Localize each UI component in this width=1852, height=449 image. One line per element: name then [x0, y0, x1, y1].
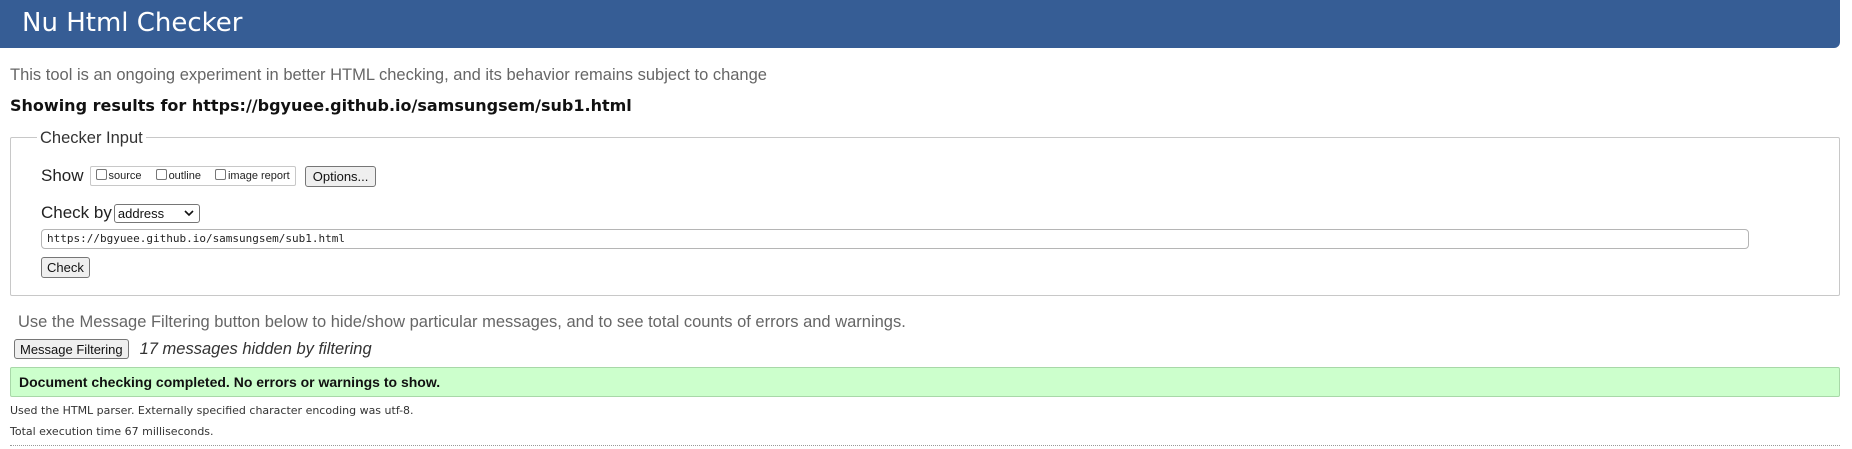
source-checkbox-label: source [108, 170, 142, 182]
message-filtering-button[interactable]: Message Filtering [14, 339, 129, 359]
outline-checkbox-label: outline [168, 170, 201, 182]
filtering-row: Message Filtering 17 messages hidden by … [14, 338, 372, 360]
intro-text: This tool is an ongoing experiment in be… [10, 66, 767, 84]
show-options-group: source outline image report [89, 166, 296, 186]
check-by-label: Check by [41, 203, 112, 222]
success-message: Document checking completed. No errors o… [10, 367, 1840, 397]
checker-input-legend: Checker Input [37, 128, 146, 148]
parser-note: Used the HTML parser. Externally specifi… [10, 404, 414, 417]
app-header: Nu Html Checker [0, 0, 1840, 48]
chevron-down-icon [184, 210, 194, 217]
divider [10, 445, 1840, 446]
source-checkbox[interactable] [95, 169, 107, 180]
check-by-row: Check by address [41, 202, 200, 224]
outline-checkbox[interactable] [155, 169, 167, 180]
check-by-select[interactable]: address [113, 203, 200, 223]
page: Nu Html Checker This tool is an ongoing … [0, 0, 1852, 449]
show-outline-option[interactable]: outline [155, 169, 201, 182]
image-report-checkbox-label: image report [227, 170, 290, 182]
show-row: Show source outline image report Options… [41, 164, 377, 188]
execution-time: Total execution time 67 milliseconds. [10, 425, 214, 438]
filtering-note: Use the Message Filtering button below t… [18, 313, 906, 331]
show-image-report-option[interactable]: image report [214, 169, 290, 182]
check-button[interactable]: Check [41, 257, 90, 278]
showing-results-heading: Showing results for https://bgyuee.githu… [10, 96, 632, 115]
image-report-checkbox[interactable] [214, 169, 226, 180]
show-label: Show [41, 166, 84, 185]
app-title: Nu Html Checker [22, 8, 243, 38]
url-input[interactable]: https://bgyuee.github.io/samsungsem/sub1… [41, 229, 1749, 249]
show-source-option[interactable]: source [95, 169, 142, 182]
hidden-messages-count: 17 messages hidden by filtering [139, 339, 372, 358]
check-by-selected-value: address [117, 205, 165, 221]
checker-input-fieldset: Checker Input Show source outline image … [10, 128, 1840, 296]
options-button[interactable]: Options... [304, 165, 377, 187]
